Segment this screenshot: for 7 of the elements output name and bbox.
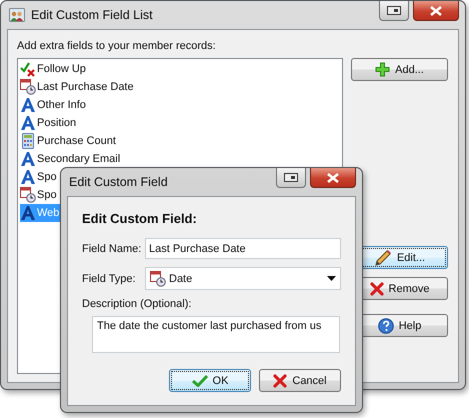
field-label: Description (Optional): (82, 298, 192, 310)
dialog-title: Edit Custom Field (69, 175, 168, 189)
field-label: Field Type: (82, 272, 137, 284)
field-label: Field Name: (82, 242, 142, 254)
instruction-text: Add extra fields to your member records: (17, 40, 217, 52)
window-title: Edit Custom Field List (31, 8, 153, 22)
dialog-heading: Edit Custom Field: (82, 211, 198, 226)
